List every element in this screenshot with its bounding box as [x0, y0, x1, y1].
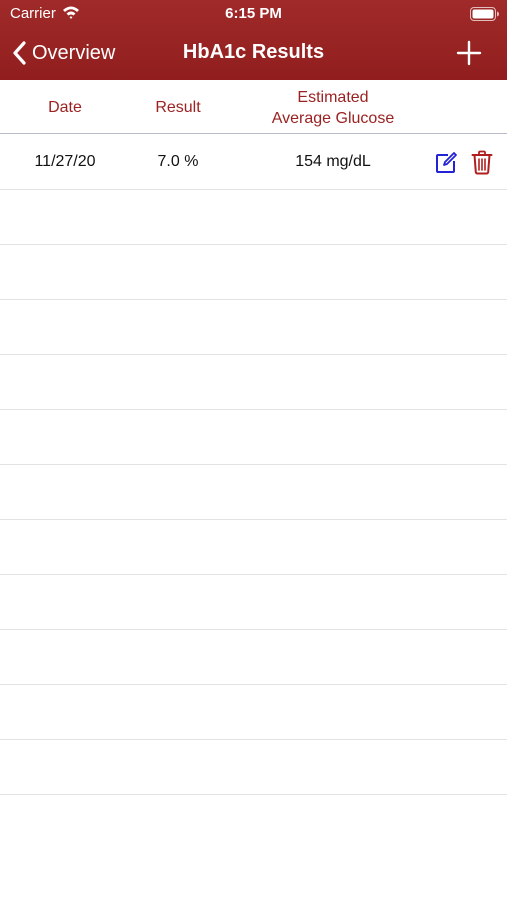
status-time: 6:15 PM: [225, 5, 282, 22]
table-row: [0, 410, 507, 465]
table-row: [0, 465, 507, 520]
table-row: [0, 355, 507, 410]
add-result-button[interactable]: [455, 39, 483, 67]
edit-icon[interactable]: [434, 151, 458, 175]
cell-result: 7.0 %: [157, 153, 199, 170]
table-row: 11/27/20 7.0 % 154 mg/dL: [0, 135, 507, 190]
column-header-glucose: Estimated Average Glucose: [238, 87, 428, 129]
table-header: Date Result Estimated Average Glucose: [0, 80, 507, 134]
battery-icon: [470, 7, 499, 21]
cell-date: 11/27/20: [34, 153, 96, 170]
top-bar: Carrier 6:15 PM Overview HbA1c Results: [0, 0, 507, 80]
table-row: [0, 300, 507, 355]
table-row: [0, 575, 507, 630]
cell-glucose: 154 mg/dL: [295, 153, 371, 170]
table-row: [0, 190, 507, 245]
table-row: [0, 245, 507, 300]
table-row: [0, 520, 507, 575]
table-row: [0, 685, 507, 740]
navigation-bar: Overview HbA1c Results: [0, 30, 507, 76]
status-bar: Carrier 6:15 PM: [0, 0, 507, 28]
column-header-glucose-line2: Average Glucose: [271, 110, 395, 127]
column-header-date: Date: [48, 99, 82, 116]
column-header-result: Result: [155, 99, 201, 116]
column-header-glucose-line1: Estimated: [297, 89, 369, 106]
back-button[interactable]: Overview: [12, 38, 115, 68]
table-row: [0, 740, 507, 795]
back-label: Overview: [32, 41, 116, 64]
table-row: [0, 630, 507, 685]
chevron-left-icon: [13, 41, 26, 65]
trash-icon[interactable]: [471, 150, 493, 175]
